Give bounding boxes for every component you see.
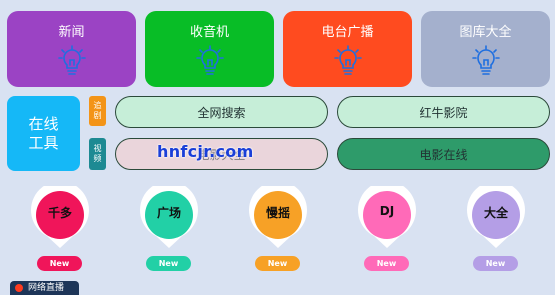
pin-label: 广场	[156, 206, 181, 220]
tab-label: 网络直播	[28, 283, 65, 293]
lightbulb-icon	[333, 45, 362, 75]
search-all-button[interactable]: 全网搜索	[115, 96, 328, 128]
record-dot-icon	[15, 284, 23, 292]
tools-label-line2: 工具	[28, 133, 59, 152]
tile-label: 收音机	[189, 25, 229, 40]
live-stream-tab[interactable]: 网络直播	[10, 281, 79, 295]
new-badge: New	[473, 256, 518, 271]
lightbulb-icon	[57, 45, 86, 75]
tag-char: 频	[93, 154, 102, 163]
pin-label: DJ	[379, 204, 395, 218]
tile-broadcast[interactable]: 电台广播	[283, 11, 412, 87]
pill-label: 电影在线	[419, 147, 468, 162]
tile-label: 新闻	[58, 25, 85, 40]
category-pin-dj[interactable]: DJ	[352, 186, 422, 250]
new-badge: New	[37, 256, 82, 271]
tag-char: 视	[93, 144, 102, 153]
lightbulb-icon	[195, 45, 224, 75]
tag-char: 追	[93, 101, 102, 110]
new-badge: New	[146, 256, 191, 271]
category-pin-square[interactable]: 广场	[134, 186, 204, 250]
tile-news[interactable]: 新闻	[7, 11, 136, 87]
tag-video[interactable]: 视 频	[89, 138, 106, 170]
new-badge: New	[364, 256, 409, 271]
redbull-cinema-button[interactable]: 红牛影院	[337, 96, 550, 128]
tools-label-line1: 在线	[28, 114, 59, 133]
movie-online-button[interactable]: 电影在线	[337, 138, 550, 170]
pin-label: 千多	[47, 206, 72, 220]
tile-label: 图库大全	[459, 25, 512, 40]
tag-drama[interactable]: 追 剧	[89, 96, 106, 126]
map-pin-icon	[358, 186, 416, 248]
pill-label: 红牛影院	[419, 105, 468, 120]
tile-label: 电台广播	[321, 25, 374, 40]
tile-gallery[interactable]: 图库大全	[421, 11, 550, 87]
pin-label: 慢摇	[265, 206, 290, 220]
online-tools-button[interactable]: 在线 工具	[7, 96, 80, 171]
category-pin-qianduo[interactable]: 千多	[25, 186, 95, 250]
tag-char: 剧	[93, 111, 102, 120]
lightbulb-icon	[471, 45, 500, 75]
category-pin-slow-rock[interactable]: 慢摇	[243, 186, 313, 250]
tile-radio[interactable]: 收音机	[145, 11, 274, 87]
category-pin-all[interactable]: 大全	[461, 186, 531, 250]
watermark: hnfcjr.com	[157, 142, 254, 161]
pin-label: 大全	[483, 206, 508, 220]
pill-label: 全网搜索	[197, 105, 246, 120]
new-badge: New	[255, 256, 300, 271]
